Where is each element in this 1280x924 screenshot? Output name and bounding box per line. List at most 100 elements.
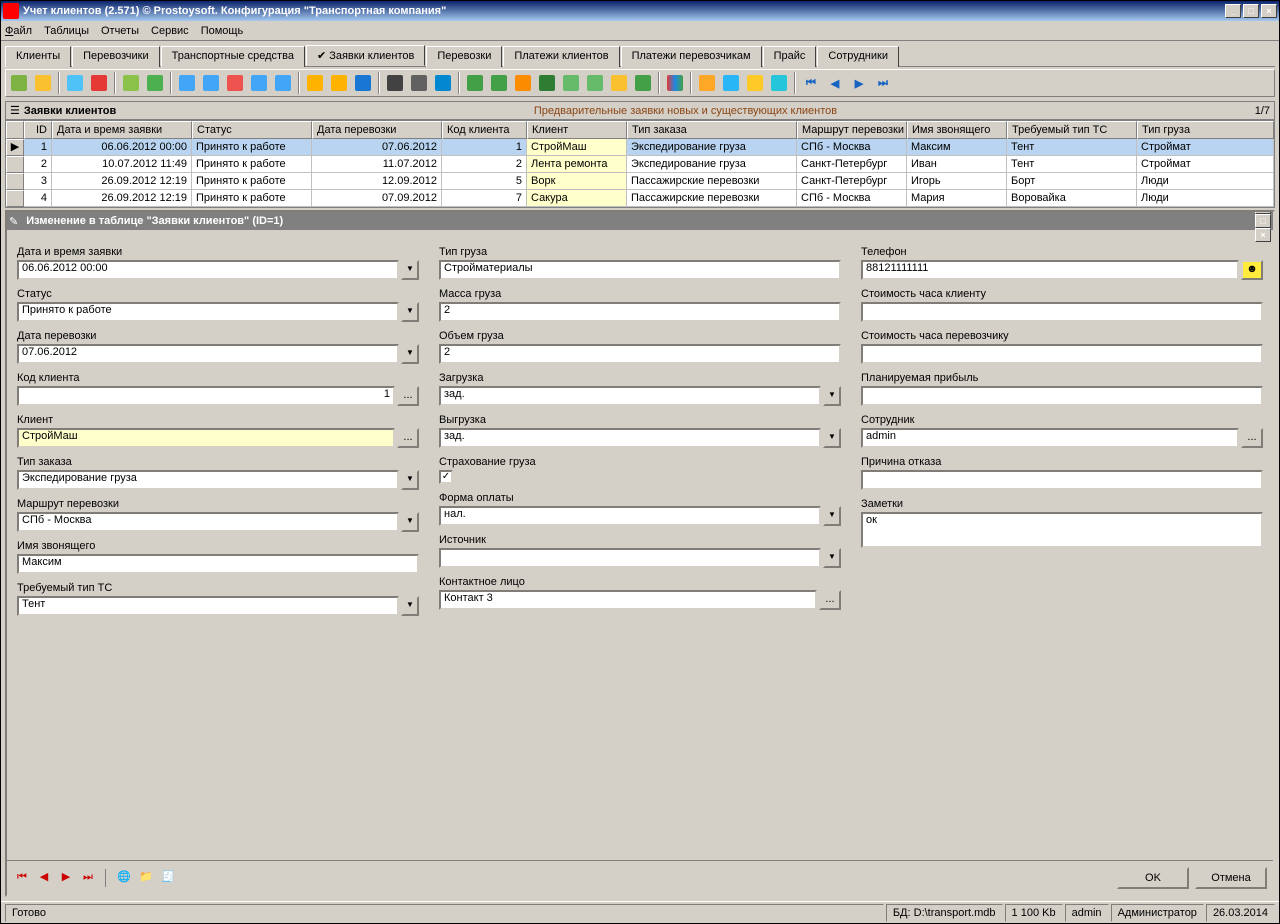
input-route[interactable]: СПб - Москва bbox=[17, 512, 399, 532]
col-cargo[interactable]: Тип груза bbox=[1137, 121, 1274, 139]
input-datetime[interactable]: 06.06.2012 00:00 bbox=[17, 260, 399, 280]
filter3-icon[interactable] bbox=[224, 72, 246, 94]
excel-icon[interactable] bbox=[536, 72, 558, 94]
rec-last-icon[interactable]: ⏭ bbox=[79, 869, 97, 887]
tab-client-payments[interactable]: Платежи клиентов bbox=[503, 46, 619, 67]
tab-clients[interactable]: Клиенты bbox=[5, 46, 71, 67]
menu-file[interactable]: Файл bbox=[5, 25, 32, 37]
rec-prev-icon[interactable]: ◀ bbox=[35, 869, 53, 887]
favorite-icon[interactable] bbox=[304, 72, 326, 94]
preview-icon[interactable] bbox=[432, 72, 454, 94]
col-route[interactable]: Маршрут перевозки bbox=[797, 121, 907, 139]
new-icon[interactable] bbox=[8, 72, 30, 94]
input-employee[interactable]: admin bbox=[861, 428, 1239, 448]
tab-carriers[interactable]: Перевозчики bbox=[72, 46, 159, 67]
layout3-icon[interactable] bbox=[744, 72, 766, 94]
tab-shipments[interactable]: Перевозки bbox=[426, 46, 502, 67]
nav-prev-icon[interactable]: ◀ bbox=[824, 72, 846, 94]
layout1-icon[interactable] bbox=[696, 72, 718, 94]
exportx-icon[interactable] bbox=[608, 72, 630, 94]
col-caller[interactable]: Имя звонящего bbox=[907, 121, 1007, 139]
input-clientcode[interactable]: 1 bbox=[17, 386, 395, 406]
table-row[interactable]: 4 26.09.2012 12:19 Принято к работе 07.0… bbox=[6, 190, 1274, 207]
input-caller[interactable]: Максим bbox=[17, 554, 419, 574]
copy-icon[interactable] bbox=[64, 72, 86, 94]
tab-carrier-payments[interactable]: Платежи перевозчикам bbox=[621, 46, 762, 67]
menu-tables[interactable]: Таблицы bbox=[44, 25, 89, 37]
tab-vehicles[interactable]: Транспортные средства bbox=[161, 46, 305, 67]
input-cost-client[interactable] bbox=[861, 302, 1263, 322]
folder-icon[interactable] bbox=[328, 72, 350, 94]
edit-icon[interactable] bbox=[32, 72, 54, 94]
input-ordertype[interactable]: Экспедирование груза bbox=[17, 470, 399, 490]
input-unloading[interactable]: зад. bbox=[439, 428, 821, 448]
input-loading[interactable]: зад. bbox=[439, 386, 821, 406]
browse-contact[interactable]: ... bbox=[819, 590, 841, 610]
dropdown-unloading[interactable]: ▼ bbox=[823, 428, 841, 448]
col-vtype[interactable]: Требуемый тип ТС bbox=[1007, 121, 1137, 139]
print-icon[interactable] bbox=[408, 72, 430, 94]
ok-button[interactable]: OK bbox=[1117, 867, 1189, 889]
input-status[interactable]: Принято к работе bbox=[17, 302, 399, 322]
delete-icon[interactable] bbox=[88, 72, 110, 94]
dropdown-shipdate[interactable]: ▼ bbox=[401, 344, 419, 364]
dropdown-vtype[interactable]: ▼ bbox=[401, 596, 419, 616]
filter5-icon[interactable] bbox=[272, 72, 294, 94]
tab-employees[interactable]: Сотрудники bbox=[817, 46, 899, 67]
tab-price[interactable]: Прайс bbox=[763, 46, 817, 67]
folder-icon-2[interactable]: 📁 bbox=[137, 869, 155, 887]
close-button[interactable]: × bbox=[1261, 4, 1277, 18]
sql-icon[interactable] bbox=[352, 72, 374, 94]
table-row[interactable]: ▶ 1 06.06.2012 00:00 Принято к работе 07… bbox=[6, 139, 1274, 156]
dropdown-status[interactable]: ▼ bbox=[401, 302, 419, 322]
chart-icon[interactable] bbox=[664, 72, 686, 94]
rec-first-icon[interactable]: ⏮ bbox=[13, 869, 31, 887]
input-volume[interactable]: 2 bbox=[439, 344, 841, 364]
export2-icon[interactable] bbox=[488, 72, 510, 94]
col-id[interactable]: ID bbox=[24, 121, 52, 139]
col-client[interactable]: Клиент bbox=[527, 121, 627, 139]
dropdown-datetime[interactable]: ▼ bbox=[401, 260, 419, 280]
input-contact[interactable]: Контакт 3 bbox=[439, 590, 817, 610]
table-row[interactable]: 2 10.07.2012 11:49 Принято к работе 11.0… bbox=[6, 156, 1274, 173]
col-shipdate[interactable]: Дата перевозки bbox=[312, 121, 442, 139]
rec-next-icon[interactable]: ▶ bbox=[57, 869, 75, 887]
input-vtype[interactable]: Тент bbox=[17, 596, 399, 616]
sub-maximize-button[interactable]: □ bbox=[1255, 214, 1271, 228]
search-icon[interactable] bbox=[384, 72, 406, 94]
input-mass[interactable]: 2 bbox=[439, 302, 841, 322]
globe-icon[interactable]: 🌐 bbox=[115, 869, 133, 887]
nav-next-icon[interactable]: ▶ bbox=[848, 72, 870, 94]
filter4-icon[interactable] bbox=[248, 72, 270, 94]
input-profit[interactable] bbox=[861, 386, 1263, 406]
menu-service[interactable]: Сервис bbox=[151, 25, 189, 37]
nav-first-icon[interactable]: ⏮ bbox=[800, 72, 822, 94]
input-shipdate[interactable]: 07.06.2012 bbox=[17, 344, 399, 364]
import1-icon[interactable] bbox=[560, 72, 582, 94]
checkbox-insurance[interactable]: ✓ bbox=[439, 470, 453, 484]
filter2-icon[interactable] bbox=[200, 72, 222, 94]
export3-icon[interactable] bbox=[512, 72, 534, 94]
browse-employee[interactable]: ... bbox=[1241, 428, 1263, 448]
col-datetime[interactable]: Дата и время заявки bbox=[52, 121, 192, 139]
cancel-button[interactable]: Отмена bbox=[1195, 867, 1267, 889]
dropdown-payment[interactable]: ▼ bbox=[823, 506, 841, 526]
input-reject[interactable] bbox=[861, 470, 1263, 490]
input-cargo[interactable]: Стройматериалы bbox=[439, 260, 841, 280]
exporty-icon[interactable] bbox=[632, 72, 654, 94]
input-source[interactable] bbox=[439, 548, 821, 568]
receipt-icon[interactable]: 🧾 bbox=[159, 869, 177, 887]
col-ordertype[interactable]: Тип заказа bbox=[627, 121, 797, 139]
dropdown-source[interactable]: ▼ bbox=[823, 548, 841, 568]
browse-clientcode[interactable]: ... bbox=[397, 386, 419, 406]
dropdown-ordertype[interactable]: ▼ bbox=[401, 470, 419, 490]
filter1-icon[interactable] bbox=[176, 72, 198, 94]
table-row[interactable]: 3 26.09.2012 12:19 Принято к работе 12.0… bbox=[6, 173, 1274, 190]
menu-reports[interactable]: Отчеты bbox=[101, 25, 139, 37]
tab-requests[interactable]: Заявки клиентов bbox=[306, 45, 425, 66]
maximize-button[interactable]: □ bbox=[1243, 4, 1259, 18]
export1-icon[interactable] bbox=[464, 72, 486, 94]
minimize-button[interactable]: _ bbox=[1225, 4, 1241, 18]
col-status[interactable]: Статус bbox=[192, 121, 312, 139]
input-notes[interactable]: ок bbox=[861, 512, 1263, 548]
